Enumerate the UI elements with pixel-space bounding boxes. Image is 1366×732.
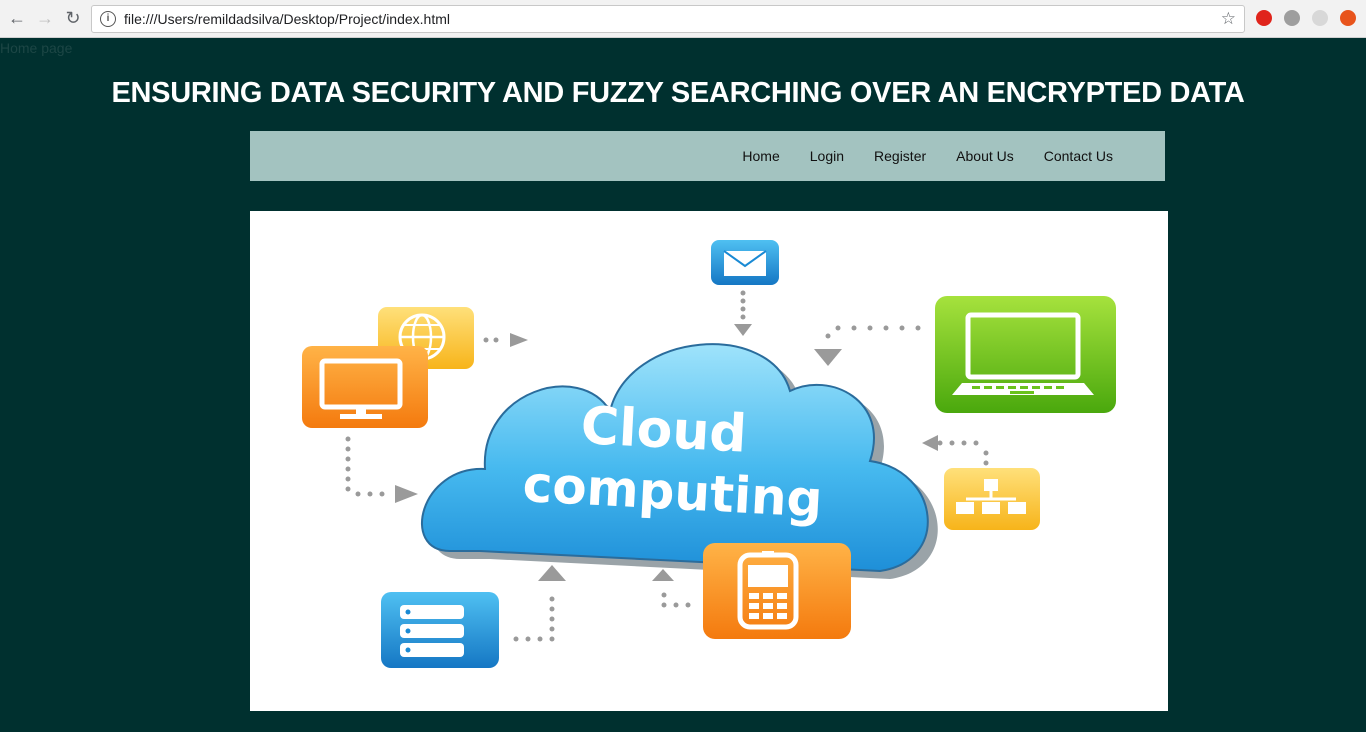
- back-icon[interactable]: ←: [6, 7, 28, 29]
- nav-contact-link[interactable]: Contact Us: [1044, 148, 1113, 164]
- forward-icon[interactable]: →: [34, 7, 56, 29]
- opera-extension-icon[interactable]: [1256, 10, 1272, 26]
- home-page-label: Home page: [0, 40, 73, 56]
- browser-toolbar: ← → ↻ i file:///Users/remildadsilva/Desk…: [0, 0, 1366, 38]
- info-icon[interactable]: i: [100, 11, 116, 27]
- phone-icon: [703, 543, 851, 639]
- monitor-icon: [302, 346, 428, 428]
- upload-extension-icon[interactable]: [1340, 10, 1356, 26]
- w-extension-icon[interactable]: [1284, 10, 1300, 26]
- bookmark-star-icon[interactable]: ☆: [1221, 9, 1236, 29]
- nav-register-link[interactable]: Register: [874, 148, 926, 164]
- cloud-shape: Cloud computing: [421, 343, 938, 579]
- nav-list: Home Login Register About Us Contact Us: [712, 131, 1113, 181]
- url-text[interactable]: file:///Users/remildadsilva/Desktop/Proj…: [124, 11, 450, 27]
- nav-about-link[interactable]: About Us: [956, 148, 1014, 164]
- address-bar[interactable]: i file:///Users/remildadsilva/Desktop/Pr…: [91, 5, 1245, 33]
- main-navbar: Home Login Register About Us Contact Us: [250, 131, 1165, 181]
- umbrella-extension-icon[interactable]: [1312, 10, 1328, 26]
- hero-image: Cloud computing: [250, 211, 1168, 711]
- server-icon: [381, 592, 499, 668]
- network-icon: [944, 468, 1040, 530]
- mail-icon: [711, 240, 779, 285]
- page-title: ENSURING DATA SECURITY AND FUZZY SEARCHI…: [111, 77, 1245, 109]
- cloud-line1: Cloud: [579, 396, 748, 465]
- nav-home-link[interactable]: Home: [742, 148, 779, 164]
- nav-login-link[interactable]: Login: [810, 148, 844, 164]
- laptop-icon: [935, 296, 1116, 413]
- reload-icon[interactable]: ↻: [62, 7, 84, 29]
- cloud-computing-illustration: Cloud computing: [302, 240, 1116, 668]
